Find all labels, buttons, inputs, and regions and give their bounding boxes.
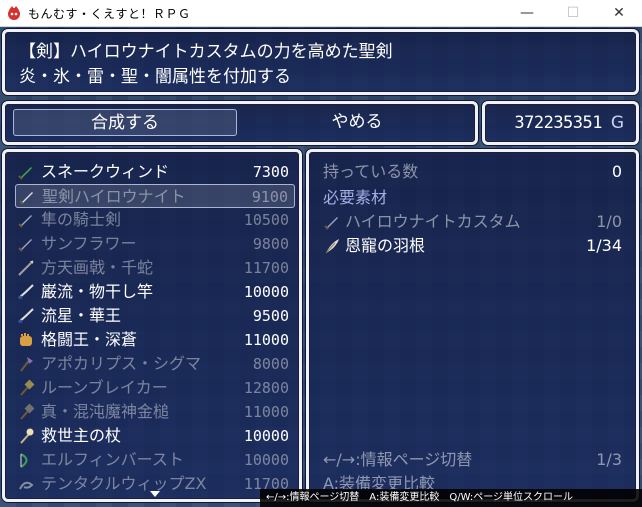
item-row[interactable]: ルーンブレイカー 12800 bbox=[15, 376, 295, 400]
item-name: 真・混沌魔神金槌 bbox=[41, 402, 170, 421]
item-row[interactable]: 聖剣ハイロウナイト 9100 bbox=[15, 184, 295, 208]
sword-icon bbox=[18, 239, 32, 252]
item-price: 12800 bbox=[243, 379, 289, 397]
item-row[interactable]: 隼の騎士剣 10500 bbox=[15, 208, 295, 232]
item-row[interactable]: エルフィンバースト 10000 bbox=[15, 448, 295, 472]
item-row[interactable]: スネークウィンド 7300 bbox=[15, 160, 295, 184]
item-row[interactable]: 巌流・物干し竿 10000 bbox=[15, 280, 295, 304]
page-hint: ←/→:情報ページ切替 bbox=[323, 450, 473, 469]
item-price: 9100 bbox=[251, 188, 288, 206]
item-name: スネークウィンド bbox=[41, 162, 170, 181]
page-hint-row: ←/→:情報ページ切替 1/3 bbox=[323, 448, 622, 472]
item-name: 格闘王・深蒼 bbox=[41, 330, 138, 349]
page-number: 1/3 bbox=[596, 450, 622, 469]
item-row[interactable]: 流星・華王 9500 bbox=[15, 304, 295, 328]
sword-icon bbox=[19, 192, 33, 205]
item-price: 10500 bbox=[243, 211, 289, 229]
app-icon bbox=[8, 6, 20, 20]
katana-icon bbox=[18, 284, 34, 300]
item-name: 救世主の杖 bbox=[41, 426, 122, 445]
material-name: ハイロウナイトカスタム bbox=[345, 212, 521, 231]
material-count: 1/34 bbox=[586, 236, 622, 255]
hammer-icon bbox=[20, 403, 35, 420]
item-price: 8000 bbox=[252, 355, 289, 373]
bow-icon bbox=[20, 453, 28, 468]
item-name: サンフラワー bbox=[41, 234, 137, 253]
item-price: 10000 bbox=[243, 427, 289, 445]
gold-window: 372235351 G bbox=[482, 101, 639, 145]
material-name: 恩寵の羽根 bbox=[345, 236, 426, 255]
item-row[interactable]: 救世主の杖 10000 bbox=[15, 424, 295, 448]
item-price: 10000 bbox=[243, 451, 289, 469]
item-name: ルーンブレイカー bbox=[41, 378, 168, 397]
item-name: 聖剣ハイロウナイト bbox=[42, 187, 186, 206]
material-count: 1/0 bbox=[596, 212, 622, 231]
item-name: 流星・華王 bbox=[41, 306, 122, 325]
help-window: 【剣】ハイロウナイトカスタムの力を高めた聖剣 炎・氷・雷・聖・闇属性を付加する bbox=[2, 29, 639, 95]
materials-label: 必要素材 bbox=[323, 188, 388, 207]
spear-icon bbox=[18, 260, 34, 276]
item-price: 7300 bbox=[252, 163, 289, 181]
gold-amount: 372235351 bbox=[514, 113, 602, 133]
item-price: 11000 bbox=[243, 403, 289, 421]
synthesize-button[interactable]: 合成する bbox=[13, 109, 237, 136]
owned-row: 持っている数 0 bbox=[323, 160, 622, 184]
item-list-window: スネークウィンド 7300 聖剣ハイロウナイト 9100 隼の騎士剣 10500 サンフラワ… bbox=[2, 149, 302, 502]
maximize-button[interactable]: ☐ bbox=[550, 0, 596, 26]
item-row[interactable]: 方天画戟・千蛇 11700 bbox=[15, 256, 295, 280]
item-price: 10000 bbox=[243, 283, 289, 301]
minimize-button[interactable]: — bbox=[504, 0, 550, 26]
axe-icon bbox=[20, 357, 33, 372]
material-row: 恩寵の羽根 1/34 bbox=[323, 234, 622, 258]
command-window: 合成する やめる bbox=[2, 101, 478, 145]
item-name: アポカリプス・シグマ bbox=[41, 354, 202, 373]
item-name: 巌流・物干し竿 bbox=[41, 282, 154, 301]
scroll-down-arrow-icon[interactable] bbox=[150, 491, 160, 497]
item-price: 9800 bbox=[252, 235, 289, 253]
whip-icon bbox=[19, 481, 34, 490]
item-name: テンタクルウィップZX bbox=[41, 474, 207, 493]
item-row[interactable]: 格闘王・深蒼 11000 bbox=[15, 328, 295, 352]
game-screen: 【剣】ハイロウナイトカスタムの力を高めた聖剣 炎・氷・雷・聖・闇属性を付加する … bbox=[0, 27, 642, 507]
katana-icon bbox=[18, 308, 34, 324]
feather-icon bbox=[325, 239, 339, 254]
hammer-icon bbox=[20, 379, 35, 396]
window-title-bar: もんむす・くえすと！ＲＰＧ — ☐ ✕ bbox=[0, 0, 642, 27]
owned-value: 0 bbox=[611, 162, 622, 181]
gold-unit: G bbox=[610, 113, 624, 133]
item-price: 11000 bbox=[243, 331, 289, 349]
owned-label: 持っている数 bbox=[323, 162, 419, 181]
item-price: 9500 bbox=[252, 307, 289, 325]
close-button[interactable]: ✕ bbox=[596, 0, 642, 26]
item-name: エルフィンバースト bbox=[41, 450, 184, 469]
status-bar: ←/→:情報ページ切替 A:装備変更比較 Q/W:ページ単位スクロール bbox=[260, 489, 642, 507]
staff-icon bbox=[20, 428, 34, 444]
sword-icon bbox=[324, 217, 338, 230]
item-row[interactable]: アポカリプス・シグマ 8000 bbox=[15, 352, 295, 376]
sword-icon bbox=[18, 167, 32, 180]
window-title: もんむす・くえすと！ＲＰＧ bbox=[28, 6, 191, 21]
material-row: ハイロウナイトカスタム 1/0 bbox=[323, 210, 622, 234]
item-price: 11700 bbox=[243, 259, 289, 277]
item-name: 隼の騎士剣 bbox=[41, 210, 122, 229]
help-line-2: 炎・氷・雷・聖・闇属性を付加する bbox=[19, 67, 291, 87]
item-name: 方天画戟・千蛇 bbox=[41, 258, 154, 277]
item-row[interactable]: 真・混沌魔神金槌 11000 bbox=[15, 400, 295, 424]
detail-window: 持っている数 0 必要素材 ハイロウナイトカスタム 1/0 恩寵の羽根 1/34… bbox=[306, 149, 639, 502]
help-line-1: 【剣】ハイロウナイトカスタムの力を高めた聖剣 bbox=[19, 42, 393, 62]
item-row[interactable]: サンフラワー 9800 bbox=[15, 232, 295, 256]
fist-icon bbox=[20, 333, 32, 346]
sword-icon bbox=[18, 215, 32, 228]
cancel-button[interactable]: やめる bbox=[245, 109, 469, 136]
